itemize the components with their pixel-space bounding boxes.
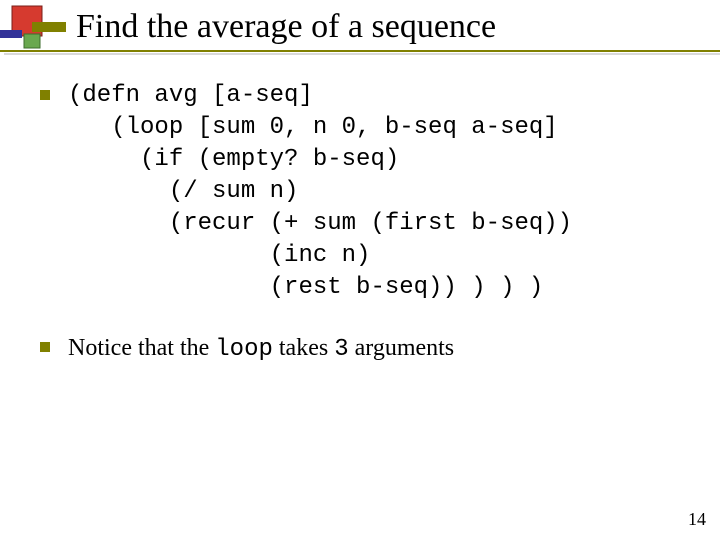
code-line-7: (rest b-seq)) ) ) ) [68, 274, 543, 301]
bullet-square-icon [40, 90, 50, 100]
note-loop-word: loop [215, 336, 273, 363]
note-text: Notice that the loop takes 3 arguments [68, 332, 454, 366]
bullet-code: (defn avg [a-seq] (loop [sum 0, n 0, b-s… [40, 80, 680, 304]
code-line-3: (if (empty? b-seq) [68, 146, 399, 173]
slide: Find the average of a sequence (defn avg… [0, 0, 720, 540]
note-three-word: 3 [334, 336, 348, 363]
code-line-2: (loop [sum 0, n 0, b-seq a-seq] [68, 114, 558, 141]
page-title: Find the average of a sequence [76, 8, 496, 46]
bullet-note: Notice that the loop takes 3 arguments [40, 332, 680, 366]
title-underline-shadow [4, 53, 720, 55]
body: (defn avg [a-seq] (loop [sum 0, n 0, b-s… [40, 80, 680, 372]
code-line-4: (/ sum n) [68, 178, 298, 205]
code-line-5: (recur (+ sum (first b-seq)) [68, 210, 572, 237]
title-row: Find the average of a sequence [76, 8, 496, 46]
note-suffix: arguments [349, 335, 455, 361]
code-line-1: (defn avg [a-seq] [68, 82, 313, 109]
code-block: (defn avg [a-seq] (loop [sum 0, n 0, b-s… [68, 80, 572, 304]
page-number: 14 [688, 509, 706, 530]
note-prefix: Notice that the [68, 335, 215, 361]
note-mid: takes [273, 335, 334, 361]
bullet-square-icon [40, 342, 50, 352]
code-line-6: (inc n) [68, 242, 370, 269]
title-underline [0, 50, 720, 52]
